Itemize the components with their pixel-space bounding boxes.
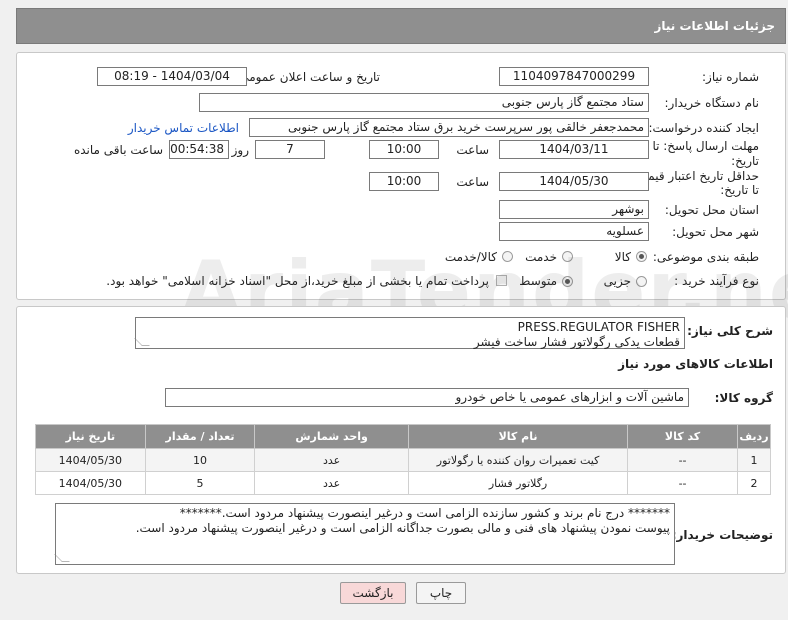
category-option-goods-service: کالا/خدمت [444,250,497,264]
summary-textarea[interactable]: PRESS.REGULATOR FISHER قطعات یدکی رگولات… [134,317,685,349]
buyer-contact-link[interactable]: اطلاعات تماس خریدار [128,121,239,135]
validity-label-2: تا تاریخ: [720,183,759,197]
process-option-medium: متوسط [519,274,557,288]
validity-date-field: 1404/05/30 [499,172,649,191]
summary-line-1: PRESS.REGULATOR FISHER [517,320,680,334]
cell-item-code: -- [627,448,738,472]
items-info-label: اطلاعات کالاهای مورد نیاز [618,357,773,371]
need-number-field: 1104097847000299 [499,67,649,86]
buyer-notes-line-2: پیوست نمودن پیشنهاد های فنی و مالی بصورت… [135,521,670,535]
category-radio-service[interactable] [562,251,573,262]
col-unit: واحد شمارش [254,424,409,449]
category-radio-goods-service[interactable] [502,251,513,262]
deadline-label-2: تاریخ: [731,154,759,168]
cell-item-name: رگلاتور فشار [407,471,629,495]
items-table: ردیف کد کالا نام کالا واحد شمارش تعداد /… [35,424,772,495]
process-radio-medium[interactable] [562,276,573,287]
requester-field: محمدجعفر خالقی پور سرپرست خرید برق ستاد … [249,118,649,137]
buyer-notes-textarea[interactable]: ******* درج نام برند و کشور سازنده الزام… [54,503,675,565]
col-item-code: کد کالا [627,424,738,449]
col-need-date: تاریخ نیاز [35,424,146,449]
remaining-field: 00:54:38 [169,140,229,159]
print-button[interactable]: چاپ [416,582,466,604]
days-field: 7 [255,140,325,159]
category-radio-goods[interactable] [636,251,647,262]
deadline-time-label: ساعت [456,143,489,157]
details-panel: شرح کلی نیاز: PRESS.REGULATOR FISHER قطع… [16,306,786,574]
group-label: گروه کالا: [714,391,773,405]
table-row: 1 -- کیت تعمیرات روان کننده یا رگولاتور … [35,448,772,472]
cell-need-date: 1404/05/30 [35,471,146,495]
items-table-header: ردیف کد کالا نام کالا واحد شمارش تعداد /… [35,424,772,449]
resize-grip-icon[interactable] [54,554,70,562]
category-option-goods: کالا [614,250,631,264]
city-field: عسلویه [499,222,649,241]
cell-need-date: 1404/05/30 [35,448,146,472]
process-radio-minor[interactable] [636,276,647,287]
col-row-number: ردیف [736,424,772,449]
buyer-notes-label: توضیحات خریدار: [671,528,773,542]
deadline-time-field: 10:00 [369,140,439,159]
cell-row-number: 1 [736,448,772,472]
cell-unit: عدد [254,448,409,472]
summary-line-2: قطعات یدکی رگولاتور فشار ساخت فیشر [473,335,680,349]
back-button[interactable]: بازگشت [340,582,406,604]
page-header: جزئیات اطلاعات نیاز [16,8,786,44]
cell-item-name: کیت تعمیرات روان کننده یا رگولاتور [407,448,629,472]
requester-label: ایجاد کننده درخواست: [648,121,759,135]
buyer-notes-line-1: ******* درج نام برند و کشور سازنده الزام… [179,506,670,520]
announce-label: تاریخ و ساعت اعلان عمومی: [235,70,380,84]
validity-label-1: حداقل تاریخ اعتبار قیمت: [632,169,759,183]
cell-unit: عدد [254,471,409,495]
cell-row-number: 2 [736,471,772,495]
cell-item-code: -- [627,471,738,495]
col-item-name: نام کالا [407,424,629,449]
deadline-label-1: مهلت ارسال پاسخ: تا [652,139,759,153]
need-info-panel: شماره نیاز: 1104097847000299 تاریخ و ساع… [16,52,786,300]
cell-quantity: 10 [144,448,256,472]
group-field: ماشین آلات و ابزارهای عمومی یا خاص خودرو [165,388,689,407]
buyer-org-label: نام دستگاه خریدار: [664,96,760,110]
page-title: جزئیات اطلاعات نیاز [654,19,775,33]
city-label: شهر محل تحویل: [672,225,759,239]
treasury-checkbox[interactable] [496,275,507,286]
need-number-label: شماره نیاز: [702,70,759,84]
category-label: طبقه بندی موضوعی: [652,250,759,264]
process-label: نوع فرآیند خرید : [674,274,759,288]
category-option-service: خدمت [525,250,557,264]
deadline-date-field: 1404/03/11 [499,140,649,159]
cell-quantity: 5 [144,471,256,495]
province-label: استان محل تحویل: [664,203,759,217]
province-field: بوشهر [499,200,649,219]
validity-time-label: ساعت [456,175,489,189]
process-option-minor: جزیی [603,274,631,288]
buyer-org-field: ستاد مجتمع گاز پارس جنوبی [199,93,649,112]
validity-time-field: 10:00 [369,172,439,191]
col-quantity: تعداد / مقدار [144,424,256,449]
announce-field: 1404/03/04 - 08:19 [97,67,247,86]
remaining-label: ساعت باقی مانده [73,143,163,157]
table-row: 2 -- رگلاتور فشار عدد 5 1404/05/30 [35,471,772,495]
summary-label: شرح کلی نیاز: [687,324,773,338]
payment-note: پرداخت تمام یا بخشی از مبلغ خرید،از محل … [106,274,489,288]
